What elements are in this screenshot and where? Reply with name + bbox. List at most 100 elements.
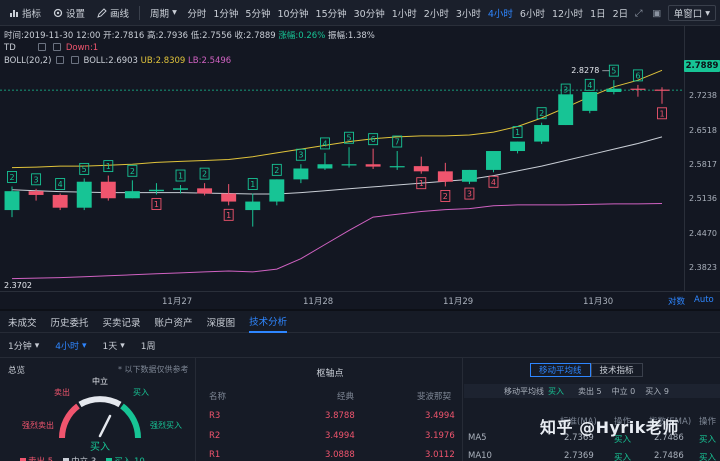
td-marker-label: 3 <box>34 175 39 184</box>
td-marker-label: 4 <box>491 178 496 187</box>
eye-icon[interactable] <box>38 43 47 51</box>
moving-average-panel: 移动平均线 技术指标 移动平均线 买入 卖出 5 中立 0 买入 9 标准(MA… <box>464 358 720 461</box>
chevron-down-icon: ▾ <box>120 340 125 351</box>
candle-body <box>124 191 140 199</box>
bottom-panel: 未成交 历史委托 买卖记录 账户资产 深度图 技术分析 1分钟 ▾ 4小时 ▾ 1天 ▾ 1周 总览 … <box>0 309 720 461</box>
period-select[interactable]: 周期 ▾ <box>145 0 182 25</box>
td-marker-label: 4 <box>587 81 592 90</box>
ma-summary-verdict: 买入 <box>548 386 564 396</box>
kline-chart[interactable]: 2 3 4 5 1 2 1 1 2 1 1 2 3 4 5 6 7 1 2 3 4 1 2 3 4 5 6 1 2.8278 — 2.37… <box>0 26 720 308</box>
price-axis[interactable]: 2.7238 2.6518 2.5817 2.5136 2.4470 2.382… <box>684 26 720 308</box>
gauge-strong-sell: 强烈卖出 <box>22 421 54 430</box>
chevron-down-icon: ▾ <box>34 340 40 351</box>
filter-select[interactable]: 1分钟 ▾ <box>8 339 40 353</box>
panel-tab[interactable]: 账户资产 <box>155 311 193 333</box>
panel-tab[interactable]: 技术分析 <box>249 311 288 333</box>
price-tick: 2.7238 <box>689 91 717 100</box>
td-marker-label: 6 <box>635 71 640 80</box>
boll-ub: UB:2.8309 <box>140 56 186 66</box>
fullscreen-icon[interactable]: ⤢ <box>632 6 646 20</box>
draw-label: 画线 <box>110 8 130 20</box>
ma-summary-sell: 卖出 5 <box>578 386 602 396</box>
price-tick: 2.5136 <box>689 194 717 203</box>
pivot-row: R2 3.4994 3.1976 <box>209 431 455 441</box>
ohlc-info: 时间:2019-11-30 12:00 开:2.7816 高:2.7936 低:… <box>4 29 375 41</box>
period-tab[interactable]: 1日 <box>587 0 610 25</box>
panel-tab[interactable]: 买卖记录 <box>103 311 141 333</box>
high-price-marker: 2.8278 — <box>571 66 610 75</box>
log-scale-button[interactable]: 对数 <box>668 295 685 307</box>
candle-body <box>100 181 116 199</box>
period-tab[interactable]: 1分钟 <box>210 0 242 25</box>
filter-select[interactable]: 1天 ▾ <box>103 339 125 353</box>
candle-body <box>76 181 92 208</box>
period-tab[interactable]: 分时 <box>184 0 210 25</box>
tab-technical-indicators[interactable]: 技术指标 <box>590 363 643 377</box>
low-price-marker: 2.3702 <box>4 281 32 290</box>
analysis-filters: 1分钟 ▾ 4小时 ▾ 1天 ▾ 1周 <box>8 339 156 353</box>
info-low: 低:2.7556 <box>190 31 232 41</box>
candle-body <box>389 166 405 168</box>
td-marker-label: 2 <box>539 109 544 118</box>
candle-body <box>341 164 357 166</box>
date-tick: 11月30 <box>583 297 614 307</box>
candle-body <box>486 151 501 170</box>
td-marker-label: 1 <box>154 200 159 209</box>
candle-body <box>461 169 477 182</box>
period-tab[interactable]: 15分钟 <box>312 0 350 25</box>
td-marker-label: 7 <box>395 138 400 147</box>
panel-tab[interactable]: 历史委托 <box>51 311 89 333</box>
candle-body <box>293 168 309 180</box>
period-tab[interactable]: 2小时 <box>420 0 452 25</box>
period-tab[interactable]: 4小时 <box>484 0 516 25</box>
boll-lower-line <box>11 203 663 280</box>
candle-body <box>365 164 381 167</box>
tab-moving-average[interactable]: 移动平均线 <box>530 363 591 377</box>
toolbar-right: ⤢ ▣ 单窗口 ▾ <box>631 0 720 25</box>
ma-tabs: 移动平均线 技术指标 <box>530 363 643 377</box>
settings-icon[interactable] <box>70 56 79 64</box>
td-marker-label: 5 <box>611 67 616 76</box>
period-tab[interactable]: 1小时 <box>388 0 420 25</box>
period-tab[interactable]: 12小时 <box>548 0 586 25</box>
td-down: Down:1 <box>65 43 99 53</box>
gauge-sell: 卖出 <box>54 388 70 397</box>
pivot-title: 枢轴点 <box>316 369 344 379</box>
bar-chart-icon <box>9 8 19 18</box>
settings-icon[interactable] <box>53 43 62 51</box>
pivot-points: 枢轴点 名称 经典 斐波那契 R3 3.8788 3.4994 R2 3.499… <box>197 358 463 461</box>
period-tab[interactable]: 2日 <box>609 0 632 25</box>
period-tab[interactable]: 5分钟 <box>242 0 274 25</box>
td-marker-label: 5 <box>82 165 87 174</box>
auto-scale-button[interactable]: Auto <box>694 295 714 305</box>
indicator-button[interactable]: 指标 <box>4 0 46 25</box>
eye-icon[interactable] <box>56 56 65 64</box>
filter-label: 1分钟 <box>8 342 32 352</box>
gauge-legend: 卖出 5 中立 3 买入 10 <box>20 455 145 461</box>
td-marker-label: 4 <box>58 180 63 189</box>
candle-body <box>413 166 429 172</box>
price-tick: 2.3823 <box>689 263 717 272</box>
filter-select[interactable]: 4小时 ▾ <box>55 339 86 353</box>
candle-body <box>4 191 20 211</box>
candle-body <box>630 88 646 90</box>
td-marker-label: 1 <box>226 211 231 220</box>
period-tab[interactable]: 10分钟 <box>274 0 312 25</box>
window-select[interactable]: 单窗口 ▾ <box>667 5 716 21</box>
panel-tab[interactable]: 深度图 <box>207 311 236 333</box>
settings-button[interactable]: 设置 <box>48 0 90 25</box>
period-tab[interactable]: 3小时 <box>452 0 484 25</box>
legend-buy: 买入 10 <box>106 455 145 461</box>
filter-select[interactable]: 1周 <box>141 339 156 352</box>
td-marker-label: 1 <box>659 109 664 118</box>
panel-tab[interactable]: 未成交 <box>8 311 37 333</box>
time-axis[interactable]: 11月27 11月28 11月29 11月30 对数 Auto <box>0 291 720 308</box>
candle-body <box>52 194 68 208</box>
period-tab[interactable]: 6小时 <box>516 0 548 25</box>
candle-body <box>197 188 213 194</box>
info-high: 高:2.7936 <box>146 31 189 41</box>
td-marker-label: 1 <box>250 180 255 189</box>
period-tab[interactable]: 30分钟 <box>350 0 388 25</box>
camera-icon[interactable]: ▣ <box>650 6 664 20</box>
draw-line-button[interactable]: 画线 <box>92 0 134 25</box>
